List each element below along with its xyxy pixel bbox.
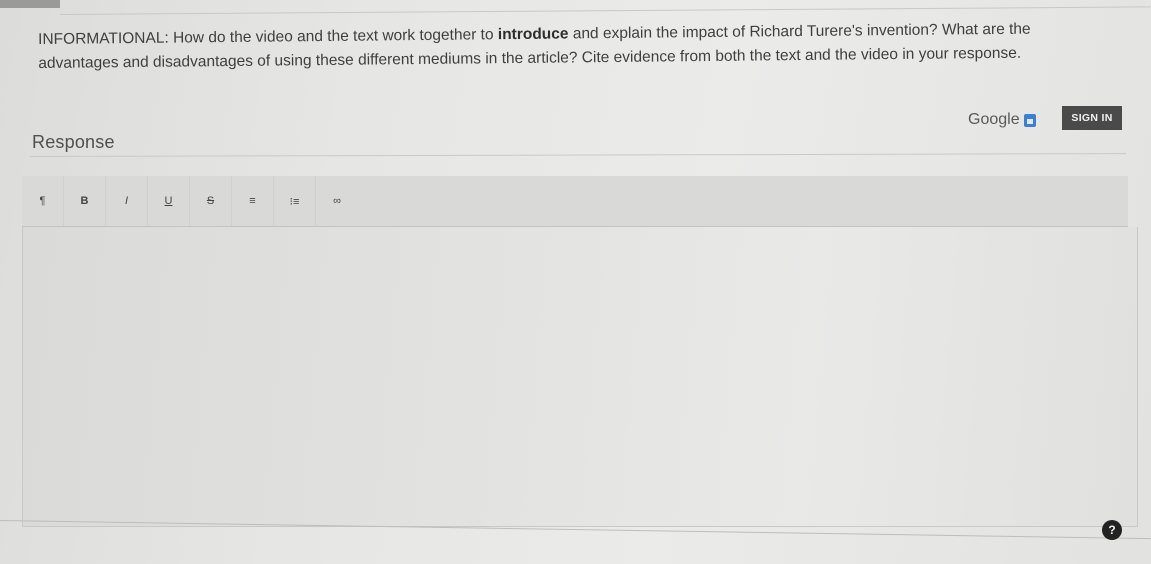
- help-icon[interactable]: ?: [1102, 520, 1122, 540]
- paragraph-icon[interactable]: ¶: [22, 176, 64, 226]
- sign-in-button[interactable]: SIGN IN: [1062, 106, 1122, 130]
- prompt-prefix: INFORMATIONAL: How do the video and the …: [38, 26, 498, 48]
- underline-icon[interactable]: U: [148, 176, 190, 226]
- bulleted-list-icon[interactable]: ≡: [232, 176, 274, 226]
- assessment-page: INFORMATIONAL: How do the video and the …: [0, 0, 1151, 564]
- bold-icon[interactable]: B: [64, 176, 106, 226]
- italic-icon[interactable]: I: [106, 176, 148, 226]
- google-label: Google: [968, 111, 1020, 128]
- prompt-keyword: introduce: [497, 25, 569, 44]
- strikethrough-icon[interactable]: S: [190, 176, 232, 226]
- response-editor[interactable]: [22, 227, 1138, 527]
- response-heading: Response: [32, 132, 115, 152]
- link-icon[interactable]: ∞: [316, 176, 358, 226]
- response-divider: [29, 153, 1126, 157]
- editor-toolbar: ¶ B I U S ≡ ⁝≡ ∞: [22, 176, 1128, 227]
- google-drive-link[interactable]: Google: [968, 111, 1036, 129]
- question-prompt: INFORMATIONAL: How do the video and the …: [38, 17, 1098, 76]
- google-drive-icon: [1023, 113, 1036, 127]
- numbered-list-icon[interactable]: ⁝≡: [274, 176, 316, 226]
